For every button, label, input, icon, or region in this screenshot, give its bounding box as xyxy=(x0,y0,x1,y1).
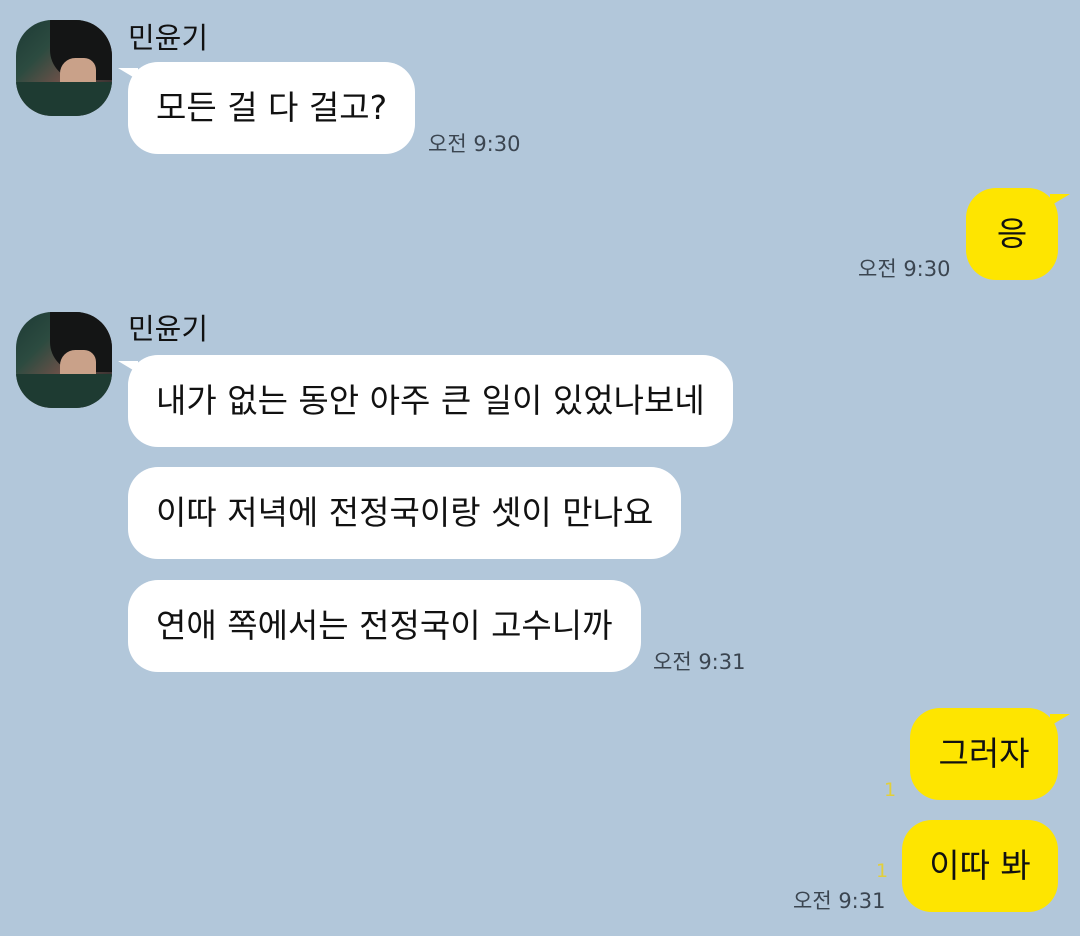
sender-avatar[interactable] xyxy=(16,312,112,408)
sender-name: 민윤기 xyxy=(128,21,209,55)
sender-name: 민윤기 xyxy=(128,312,209,346)
message-bubble-sent[interactable]: 그러자 xyxy=(910,708,1070,800)
message-bubble-sent[interactable]: 응 xyxy=(966,188,1070,280)
avatar-photo-sweater xyxy=(16,82,112,116)
unread-count: 1 xyxy=(884,779,897,801)
unread-count: 1 xyxy=(876,860,889,882)
message-timestamp: 오전 9:30 xyxy=(428,132,521,156)
message-bubble-received[interactable]: 이따 저녁에 전정국이랑 셋이 만나요 xyxy=(128,467,682,559)
message-timestamp: 오전 9:31 xyxy=(793,889,886,913)
message-timestamp: 오전 9:31 xyxy=(653,650,746,674)
message-timestamp: 오전 9:30 xyxy=(858,257,951,281)
avatar-photo-sweater xyxy=(16,374,112,408)
message-bubble-received[interactable]: 모든 걸 다 걸고? xyxy=(117,62,416,154)
message-bubble-received[interactable]: 연애 쪽에서는 전정국이 고수니까 xyxy=(128,580,641,672)
message-bubble-received[interactable]: 내가 없는 동안 아주 큰 일이 있었나보네 xyxy=(118,355,733,447)
message-bubble-sent[interactable]: 이따 봐 xyxy=(902,820,1058,912)
sender-avatar[interactable] xyxy=(16,20,112,116)
